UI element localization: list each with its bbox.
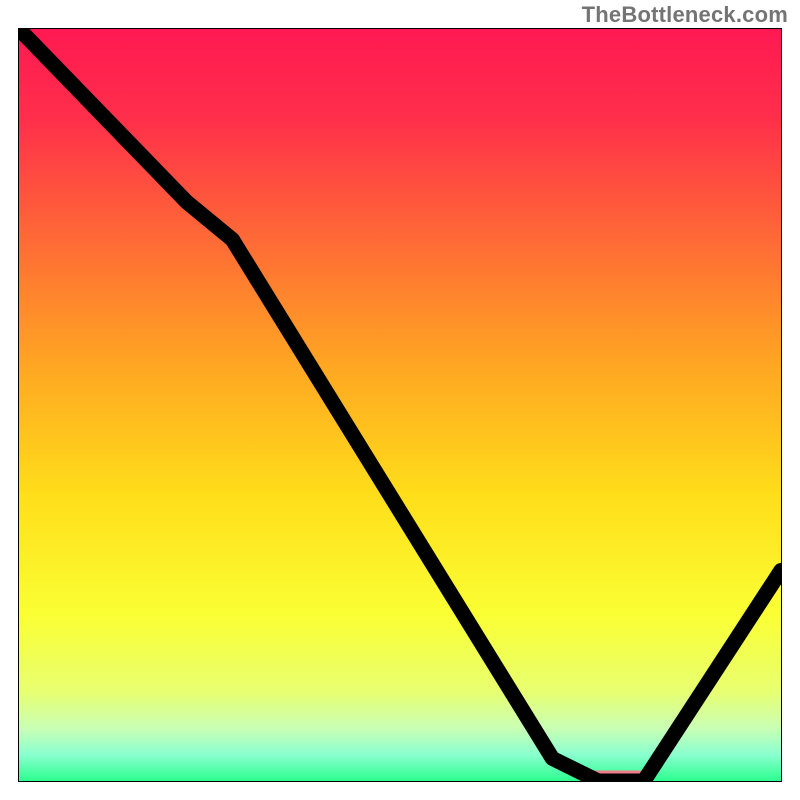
attribution-text: TheBottleneck.com: [582, 2, 788, 28]
plot-svg: [19, 29, 781, 781]
chart-container: TheBottleneck.com: [0, 0, 800, 800]
plot-frame: [18, 28, 782, 782]
